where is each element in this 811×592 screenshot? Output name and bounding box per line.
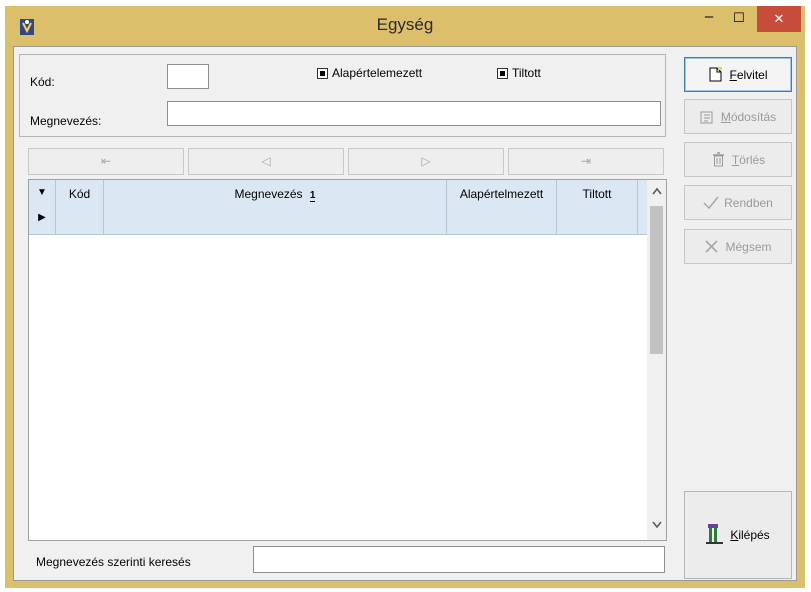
- search-label: Megnevezés szerinti keresés: [36, 555, 191, 569]
- scroll-down-icon[interactable]: [647, 520, 666, 532]
- column-header-kod-label: Kód: [68, 187, 91, 201]
- torles-label: Törlés: [731, 152, 766, 167]
- row-menu-icon: ▼: [37, 187, 47, 198]
- next-record-button[interactable]: ▷: [348, 148, 504, 175]
- maximize-icon: ☐: [733, 10, 745, 25]
- tiltott-checkbox[interactable]: Tiltott: [497, 66, 541, 80]
- close-button[interactable]: ✕: [757, 6, 801, 32]
- prev-record-icon: ◁: [261, 154, 271, 168]
- cancel-x-icon: [704, 239, 719, 254]
- felvitel-button[interactable]: Felvitel: [684, 57, 792, 92]
- alapertelmezett-checkbox[interactable]: Alapértelemezett: [317, 66, 422, 80]
- edit-panel: Kód: Alapértelemezett Tiltott Megnevezés…: [19, 54, 666, 137]
- megsem-button[interactable]: Mégsem: [684, 229, 792, 264]
- column-header-kod[interactable]: Kód: [56, 180, 104, 235]
- column-header-tiltott-label: Tiltott: [582, 187, 612, 201]
- tiltott-label: Tiltott: [512, 66, 541, 80]
- minimize-button[interactable]: –: [694, 6, 724, 32]
- window-title: Egység: [376, 15, 434, 34]
- data-grid[interactable]: ▼ ▶ Kód Megnevezés 1 Alapértelmezett Til…: [28, 179, 667, 541]
- maximize-button[interactable]: ☐: [724, 6, 754, 32]
- sort-ascending-icon: 1: [309, 190, 316, 202]
- column-header-alapertelmezett-label: Alapértelmezett: [459, 187, 544, 201]
- kilepes-label: Kilépés: [730, 528, 770, 542]
- client-area: Kód: Alapértelemezett Tiltott Megnevezés…: [13, 46, 797, 581]
- grid-vertical-scrollbar[interactable]: [647, 180, 666, 540]
- prev-record-button[interactable]: ◁: [188, 148, 344, 175]
- rendben-button[interactable]: Rendben: [684, 185, 792, 220]
- megnevezes-field[interactable]: [167, 101, 661, 126]
- megsem-label: Mégsem: [725, 239, 772, 254]
- title-bar[interactable]: Egység – ☐ ✕: [5, 6, 805, 46]
- checkmark-icon: [703, 195, 719, 210]
- current-row-icon: ▶: [38, 212, 46, 223]
- alapertelmezett-checkbox-box: [317, 67, 328, 79]
- torles-button[interactable]: Törlés: [684, 142, 792, 177]
- search-input[interactable]: [253, 546, 665, 573]
- record-navigator: ⇤ ◁ ▷ ⇥: [28, 148, 668, 176]
- app-window: Egység – ☐ ✕ Kód: Alapértelemezett Tilto…: [5, 6, 805, 588]
- kod-field[interactable]: [167, 64, 209, 89]
- edit-icon: [700, 109, 715, 124]
- scroll-up-icon[interactable]: [647, 186, 666, 198]
- last-record-button[interactable]: ⇥: [508, 148, 664, 175]
- tiltott-checkbox-box: [497, 67, 508, 79]
- minimize-icon: –: [704, 8, 714, 25]
- felvitel-label: Felvitel: [729, 67, 768, 82]
- first-record-button[interactable]: ⇤: [28, 148, 184, 175]
- trash-icon: [711, 152, 726, 167]
- first-record-icon: ⇤: [100, 154, 112, 168]
- rendben-label: Rendben: [724, 195, 773, 210]
- column-header-tiltott[interactable]: Tiltott: [557, 180, 638, 235]
- modositas-button[interactable]: Módosítás: [684, 99, 792, 134]
- column-header-megnevezes[interactable]: Megnevezés 1: [104, 180, 447, 235]
- column-header-alapertelmezett[interactable]: Alapértelmezett: [447, 180, 557, 235]
- close-icon: ✕: [773, 11, 785, 26]
- modositas-label: Módosítás: [720, 109, 777, 124]
- kilepes-button[interactable]: Kilépés: [684, 491, 792, 579]
- row-indicator-column[interactable]: ▼ ▶: [29, 180, 56, 235]
- column-header-megnevezes-label: Megnevezés: [234, 187, 303, 201]
- kod-label: Kód:: [30, 75, 55, 89]
- alapertelmezett-label: Alapértelemezett: [332, 66, 423, 80]
- next-record-icon: ▷: [421, 154, 431, 168]
- exit-door-icon: [706, 523, 724, 548]
- last-record-icon: ⇥: [580, 154, 592, 168]
- megnevezes-label: Megnevezés:: [30, 114, 102, 128]
- new-document-icon: [708, 67, 723, 82]
- scroll-thumb[interactable]: [650, 206, 663, 354]
